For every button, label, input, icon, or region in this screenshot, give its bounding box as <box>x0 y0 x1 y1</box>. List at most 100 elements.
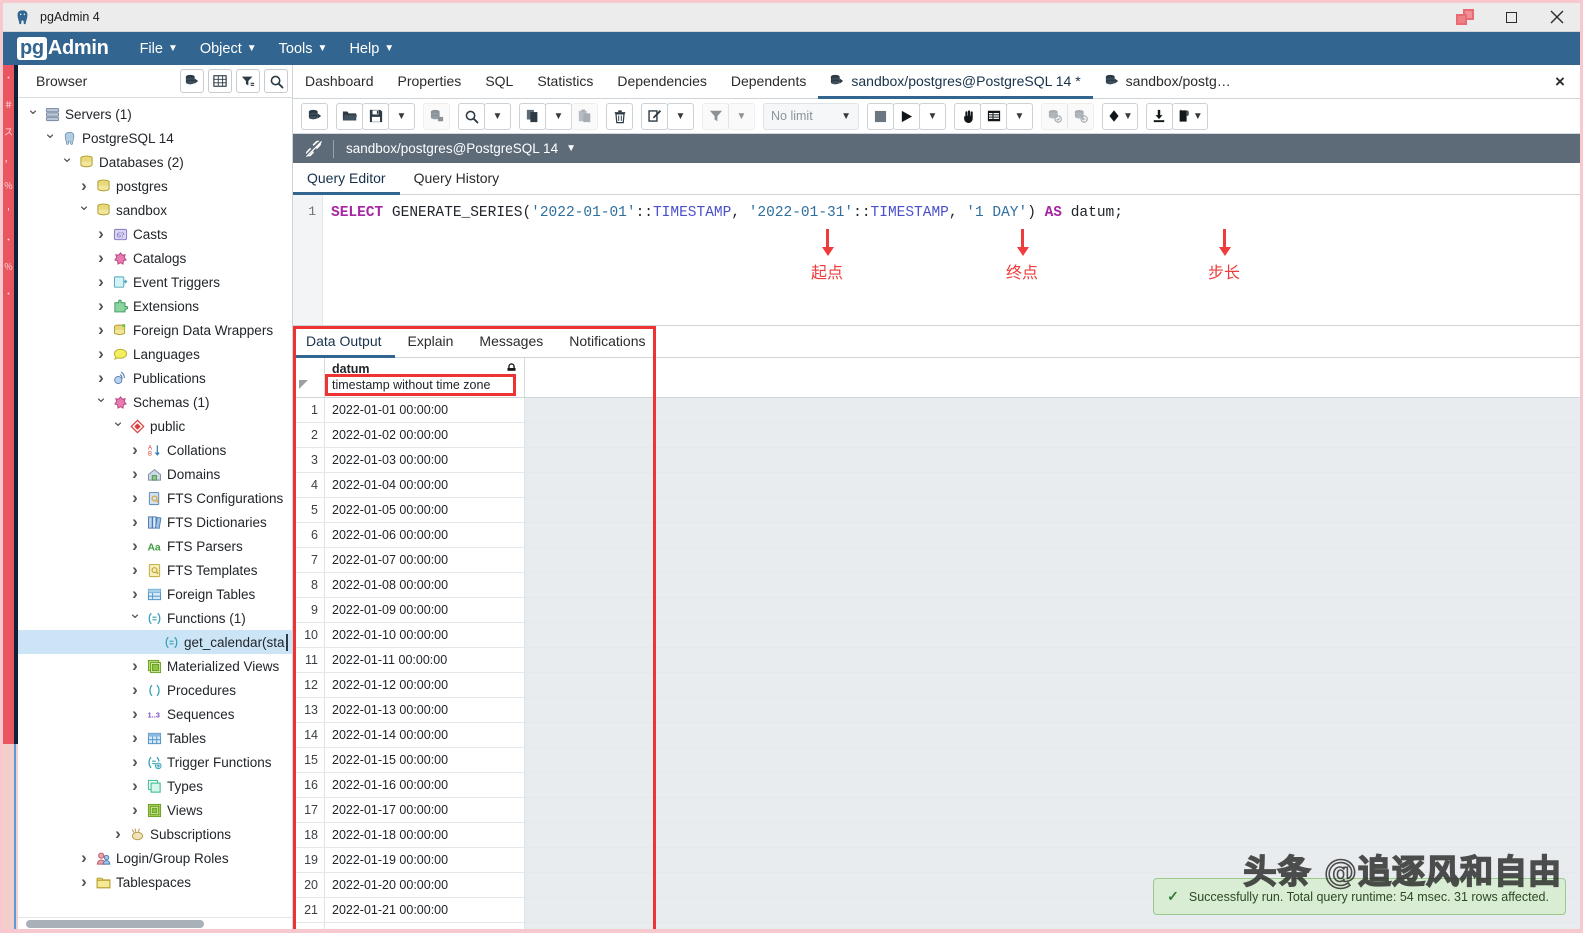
chevron-right-icon[interactable] <box>126 512 144 532</box>
paste-button[interactable] <box>571 103 598 130</box>
macro-manage-button[interactable]: ▼ <box>1172 103 1208 130</box>
cell-datum[interactable]: 2022-01-17 00:00:00 <box>325 798 525 822</box>
grid-body[interactable]: 12022-01-01 00:00:0022022-01-02 00:00:00… <box>293 398 1580 929</box>
chevron-right-icon[interactable] <box>126 560 144 580</box>
table-row[interactable]: 62022-01-06 00:00:00 <box>293 523 1580 548</box>
chevron-right-icon[interactable] <box>126 680 144 700</box>
explain-dropdown-button[interactable]: ▼ <box>1006 103 1033 130</box>
tree-item-servers-1[interactable]: Servers (1) <box>18 102 292 126</box>
cell-datum[interactable]: 2022-01-08 00:00:00 <box>325 573 525 597</box>
chevron-down-icon[interactable] <box>92 398 110 406</box>
table-row[interactable]: 172022-01-17 00:00:00 <box>293 798 1580 823</box>
tree-item-casts[interactable]: 6?Casts <box>18 222 292 246</box>
cell-datum[interactable]: 2022-01-20 00:00:00 <box>325 873 525 897</box>
chevron-down-icon[interactable] <box>24 110 42 118</box>
open-query-tool-button[interactable] <box>301 103 328 130</box>
cell-datum[interactable]: 2022-01-01 00:00:00 <box>325 398 525 422</box>
scrollbar-thumb[interactable] <box>26 920 204 928</box>
restore-window-button[interactable] <box>1442 3 1488 32</box>
save-file-button[interactable] <box>362 103 389 130</box>
menu-file[interactable]: File ▼ <box>131 37 187 61</box>
chevron-right-icon[interactable] <box>126 584 144 604</box>
cell-datum[interactable]: 2022-01-06 00:00:00 <box>325 523 525 547</box>
chevron-down-icon[interactable] <box>75 206 93 214</box>
row-limit-select[interactable]: No limit ▼ <box>763 103 859 130</box>
tab-dependencies[interactable]: Dependencies <box>605 65 719 99</box>
cell-datum[interactable]: 2022-01-18 00:00:00 <box>325 823 525 847</box>
tree-item-views[interactable]: Views <box>18 798 292 822</box>
cell-datum[interactable]: 2022-01-19 00:00:00 <box>325 848 525 872</box>
tab-messages[interactable]: Messages <box>466 326 556 358</box>
chevron-right-icon[interactable] <box>92 368 110 388</box>
table-row[interactable]: 132022-01-13 00:00:00 <box>293 698 1580 723</box>
cell-datum[interactable]: 2022-01-11 00:00:00 <box>325 648 525 672</box>
find-dropdown-button[interactable]: ▼ <box>484 103 511 130</box>
open-file-button[interactable] <box>336 103 363 130</box>
tree-item-postgresql-14[interactable]: PostgreSQL 14 <box>18 126 292 150</box>
menu-help[interactable]: Help ▼ <box>340 37 403 61</box>
menu-tools[interactable]: Tools ▼ <box>270 37 337 61</box>
tree-item-fts-configurations[interactable]: FTS Configurations <box>18 486 292 510</box>
tree-item-functions-1[interactable]: Functions (1) <box>18 606 292 630</box>
tree-item-catalogs[interactable]: Catalogs <box>18 246 292 270</box>
tree-item-languages[interactable]: Languages <box>18 342 292 366</box>
cell-datum[interactable]: 2022-01-03 00:00:00 <box>325 448 525 472</box>
tree-item-postgres[interactable]: postgres <box>18 174 292 198</box>
tab-dependents[interactable]: Dependents <box>719 65 819 99</box>
search-button[interactable] <box>264 69 288 93</box>
maximize-window-button[interactable] <box>1488 3 1534 32</box>
chevron-right-icon[interactable] <box>109 824 127 844</box>
macros-button[interactable] <box>954 103 981 130</box>
tree-item-login-group-roles[interactable]: Login/Group Roles <box>18 846 292 870</box>
edit-data-button[interactable] <box>423 103 450 130</box>
chevron-right-icon[interactable] <box>126 776 144 796</box>
cell-datum[interactable]: 2022-01-09 00:00:00 <box>325 598 525 622</box>
cell-datum[interactable]: 2022-01-13 00:00:00 <box>325 698 525 722</box>
tab-data-output[interactable]: Data Output <box>293 326 395 358</box>
tab-query-history[interactable]: Query History <box>400 163 514 195</box>
tree-item-public[interactable]: public <box>18 414 292 438</box>
tree-item-materialized-views[interactable]: Materialized Views <box>18 654 292 678</box>
grid-column-datum[interactable]: datum timestamp without time zone <box>325 358 525 397</box>
chevron-down-icon[interactable] <box>41 134 59 142</box>
table-row[interactable]: 22022-01-02 00:00:00 <box>293 423 1580 448</box>
tree-item-fts-dictionaries[interactable]: FTS Dictionaries <box>18 510 292 534</box>
table-row[interactable]: 182022-01-18 00:00:00 <box>293 823 1580 848</box>
filter-dropdown-button[interactable]: ▼ <box>728 103 755 130</box>
chevron-right-icon[interactable] <box>126 440 144 460</box>
cell-datum[interactable]: 2022-01-16 00:00:00 <box>325 773 525 797</box>
table-row[interactable]: 52022-01-05 00:00:00 <box>293 498 1580 523</box>
find-button[interactable] <box>458 103 485 130</box>
table-row[interactable]: 112022-01-11 00:00:00 <box>293 648 1580 673</box>
chevron-down-icon[interactable] <box>126 614 144 622</box>
copy-button[interactable] <box>519 103 546 130</box>
download-button[interactable] <box>1146 103 1173 130</box>
tree-item-event-triggers[interactable]: Event Triggers <box>18 270 292 294</box>
object-explorer-button[interactable] <box>180 69 204 93</box>
chevron-right-icon[interactable] <box>75 176 93 196</box>
grid-select-all-corner[interactable] <box>293 358 325 397</box>
tree-item-sequences[interactable]: 1..3Sequences <box>18 702 292 726</box>
tree-item-databases-2[interactable]: Databases (2) <box>18 150 292 174</box>
chevron-right-icon[interactable] <box>92 272 110 292</box>
table-row[interactable]: 152022-01-15 00:00:00 <box>293 748 1580 773</box>
tree-item-subscriptions[interactable]: Subscriptions <box>18 822 292 846</box>
data-grid[interactable]: datum timestamp without time zone 120 <box>293 358 1580 929</box>
cell-datum[interactable]: 2022-01-04 00:00:00 <box>325 473 525 497</box>
chevron-right-icon[interactable] <box>75 848 93 868</box>
chevron-right-icon[interactable] <box>126 800 144 820</box>
tree-item-types[interactable]: Types <box>18 774 292 798</box>
chevron-right-icon[interactable] <box>92 224 110 244</box>
chevron-right-icon[interactable] <box>92 248 110 268</box>
commit-button[interactable] <box>1041 103 1068 130</box>
cell-datum[interactable]: 2022-01-02 00:00:00 <box>325 423 525 447</box>
chevron-right-icon[interactable] <box>92 320 110 340</box>
tab-query-editor[interactable]: Query Editor <box>293 163 400 195</box>
chevron-right-icon[interactable] <box>126 704 144 724</box>
close-tab-button[interactable]: × <box>1540 65 1580 98</box>
table-row[interactable]: 142022-01-14 00:00:00 <box>293 723 1580 748</box>
cell-datum[interactable]: 2022-01-12 00:00:00 <box>325 673 525 697</box>
chevron-right-icon[interactable] <box>126 656 144 676</box>
cell-datum[interactable]: 2022-01-22 00:00:00 <box>325 923 525 929</box>
chevron-right-icon[interactable] <box>92 296 110 316</box>
